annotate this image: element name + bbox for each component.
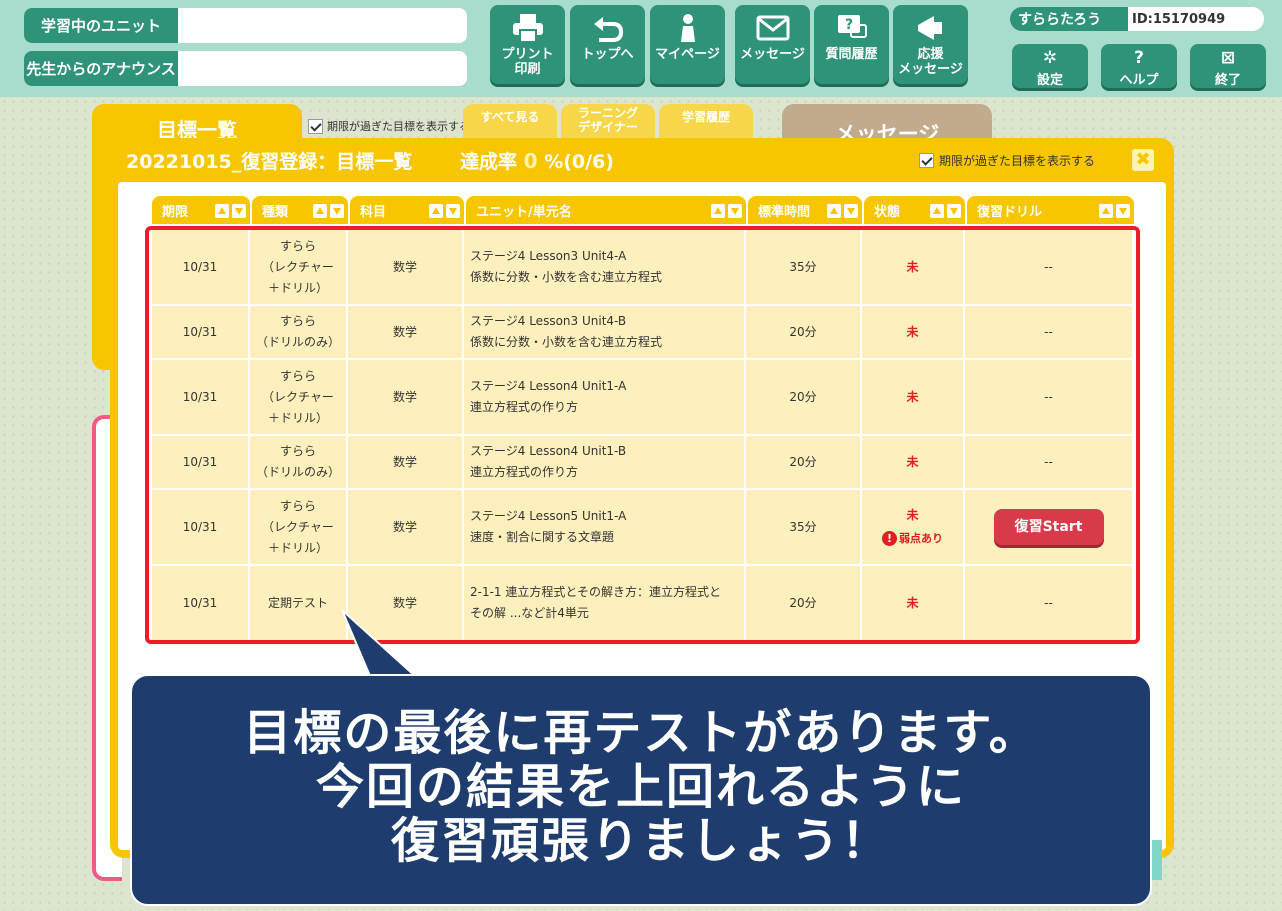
column-header-label: ユニット/単元名 bbox=[476, 204, 572, 220]
person-icon bbox=[680, 14, 695, 42]
sort-descending-icon[interactable] bbox=[446, 204, 460, 218]
sort-ascending-icon[interactable] bbox=[215, 204, 229, 218]
sort-descending-icon[interactable] bbox=[947, 204, 961, 218]
settings-button[interactable]: ✲ 設定 bbox=[1012, 44, 1088, 88]
help-label: ヘルプ bbox=[1119, 73, 1159, 88]
achievement-rate-suffix: %(0/6) bbox=[544, 151, 614, 173]
sort-ascending-icon[interactable] bbox=[313, 204, 327, 218]
achievement-rate: 達成率 0 %(0/6) bbox=[460, 147, 614, 174]
sort-descending-icon[interactable] bbox=[1116, 204, 1130, 218]
user-name: すららたろう bbox=[1010, 7, 1128, 31]
back-arrow-icon bbox=[593, 17, 623, 42]
sort-descending-icon[interactable] bbox=[232, 204, 246, 218]
dialog-title: 20221015_復習登録：目標一覧 bbox=[126, 151, 413, 173]
sort-ascending-icon[interactable] bbox=[429, 204, 443, 218]
checkbox-icon bbox=[919, 153, 934, 168]
tab-show-all-label: すべて見る bbox=[480, 110, 540, 124]
sort-descending-icon[interactable] bbox=[330, 204, 344, 218]
cheer-message-button[interactable]: 応援 メッセージ bbox=[893, 5, 968, 84]
settings-label: 設定 bbox=[1036, 73, 1063, 88]
callout-line-2: 今回の結果を上回れるように bbox=[315, 759, 966, 815]
sort-descending-icon[interactable] bbox=[728, 204, 742, 218]
sort-ascending-icon[interactable] bbox=[827, 204, 841, 218]
callout-line-1: 目標の最後に再テストがあります。 bbox=[243, 705, 1039, 761]
column-header-deadline: 期限 bbox=[152, 196, 250, 224]
top-label: トップへ bbox=[581, 47, 634, 62]
user-id: ID:15170949 bbox=[1128, 7, 1264, 31]
column-header-type: 種類 bbox=[252, 196, 348, 224]
highlight-frame bbox=[145, 226, 1140, 644]
teacher-announcement-label: 先生からのアナウンス bbox=[24, 51, 178, 86]
mypage-label: マイページ bbox=[655, 47, 720, 62]
megaphone-icon bbox=[917, 16, 942, 40]
sort-ascending-icon[interactable] bbox=[711, 204, 725, 218]
close-box-icon: ⊠ bbox=[1220, 48, 1236, 68]
callout-line-3: 復習頑張りましょう！ bbox=[390, 813, 891, 869]
column-header-label: 期限 bbox=[162, 204, 189, 220]
column-header-time: 標準時間 bbox=[748, 196, 862, 224]
message-button[interactable]: メッセージ bbox=[735, 5, 810, 84]
question-history-button[interactable]: ? 質問履歴 bbox=[814, 5, 889, 84]
print-button[interactable]: プリント 印刷 bbox=[490, 5, 565, 84]
column-header-status: 状態 bbox=[864, 196, 965, 224]
tab-show-all[interactable]: すべて見る bbox=[463, 104, 557, 140]
tab-learning-history-label: 学習履歴 bbox=[681, 110, 730, 124]
achievement-rate-value: 0 bbox=[523, 149, 538, 173]
column-header-label: 科目 bbox=[360, 204, 387, 220]
message-label: メッセージ bbox=[740, 47, 805, 62]
sort-ascending-icon[interactable] bbox=[1099, 204, 1113, 218]
question-history-label: 質問履歴 bbox=[825, 47, 878, 62]
exit-button[interactable]: ⊠ 終了 bbox=[1190, 44, 1266, 88]
column-header-label: 種類 bbox=[262, 204, 289, 220]
top-button[interactable]: トップへ bbox=[570, 5, 645, 84]
sort-descending-icon[interactable] bbox=[844, 204, 858, 218]
tab-learning-designer-label: ラーニング デザイナー bbox=[577, 106, 638, 134]
gear-icon: ✲ bbox=[1042, 48, 1058, 68]
back-show-expired-label: 期限が過ぎた目標を表示する bbox=[327, 120, 470, 133]
question-icon: ? bbox=[1134, 48, 1144, 68]
checkbox-icon bbox=[308, 118, 323, 134]
print-label: プリント 印刷 bbox=[501, 47, 554, 77]
show-expired-checkbox[interactable]: 期限が過ぎた目標を表示する bbox=[919, 152, 1095, 169]
close-icon: ✖ bbox=[1135, 149, 1151, 170]
tab-learning-designer[interactable]: ラーニング デザイナー bbox=[561, 104, 655, 140]
achievement-rate-label: 達成率 bbox=[460, 151, 518, 173]
question-bubble-icon: ? bbox=[837, 15, 867, 38]
back-show-expired-checkbox[interactable]: 期限が過ぎた目標を表示する bbox=[308, 118, 470, 134]
instruction-callout: 目標の最後に再テストがあります。 今回の結果を上回れるように 復習頑張りましょう… bbox=[130, 674, 1152, 906]
column-header-subject: 科目 bbox=[350, 196, 464, 224]
help-button[interactable]: ? ヘルプ bbox=[1101, 44, 1177, 88]
panel-edge-accent bbox=[1152, 840, 1162, 880]
cheer-message-label: 応援 メッセージ bbox=[898, 47, 963, 77]
sort-ascending-icon[interactable] bbox=[930, 204, 944, 218]
envelope-icon bbox=[756, 15, 789, 41]
show-expired-label: 期限が過ぎた目標を表示する bbox=[939, 154, 1096, 168]
tab-learning-history[interactable]: 学習履歴 bbox=[659, 104, 753, 140]
exit-label: 終了 bbox=[1214, 73, 1241, 88]
column-header-label: 状態 bbox=[874, 204, 901, 220]
printer-icon bbox=[512, 14, 543, 43]
table-header: 期限 種類 科目 ユニット/単元名 標準時間 状態 復習ドリル bbox=[152, 196, 1134, 224]
teacher-announcement-field[interactable]: 先生からのアナウンス bbox=[24, 51, 467, 86]
column-header-label: 復習ドリル bbox=[977, 204, 1043, 220]
column-header-unit: ユニット/単元名 bbox=[466, 196, 746, 224]
top-header: 学習中のユニット 先生からのアナウンス プリント 印刷 トップへ マイページ メ… bbox=[0, 0, 1282, 97]
mypage-button[interactable]: マイページ bbox=[650, 5, 725, 84]
close-button[interactable]: ✖ bbox=[1132, 149, 1154, 171]
column-header-drill: 復習ドリル bbox=[967, 196, 1134, 224]
current-unit-label: 学習中のユニット bbox=[24, 8, 178, 43]
current-unit-field[interactable]: 学習中のユニット bbox=[24, 8, 467, 43]
column-header-label: 標準時間 bbox=[758, 204, 811, 220]
